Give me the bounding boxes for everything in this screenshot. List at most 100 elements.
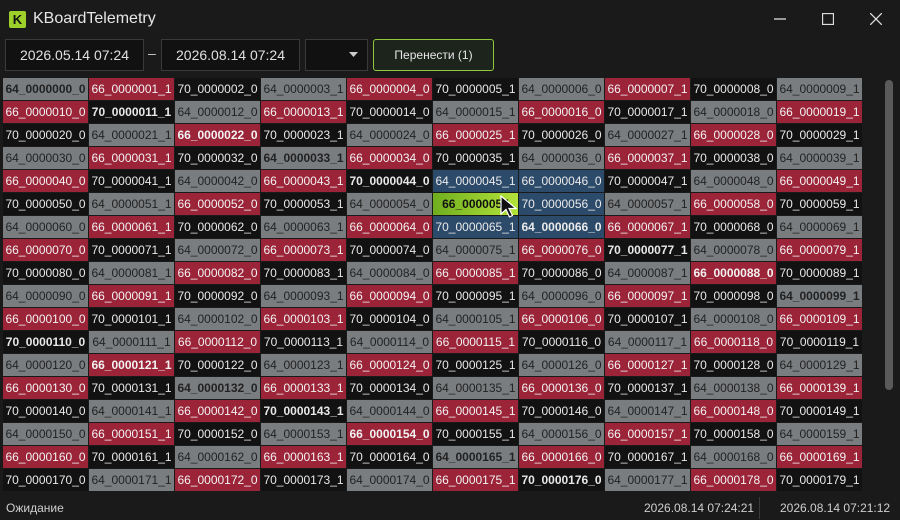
grid-cell[interactable]: 66_0000172_0 [175, 469, 260, 491]
grid-cell[interactable]: 70_0000062_0 [175, 216, 260, 238]
grid-cell[interactable]: 70_0000128_0 [691, 354, 776, 376]
grid-cell[interactable]: 66_0000046_0 [519, 170, 604, 192]
grid-cell[interactable]: 66_0000139_1 [777, 377, 862, 399]
grid-cell[interactable]: 64_0000006_0 [519, 78, 604, 100]
grid-cell[interactable]: 66_0000130_0 [3, 377, 88, 399]
grid-cell[interactable]: 64_0000003_1 [261, 78, 346, 100]
grid-cell[interactable]: 66_0000145_1 [433, 400, 518, 422]
grid-cell[interactable]: 64_0000000_0 [3, 78, 88, 100]
grid-cell[interactable]: 70_0000122_0 [175, 354, 260, 376]
grid-cell[interactable]: 64_0000081_1 [89, 262, 174, 284]
grid-cell[interactable]: 64_0000084_0 [347, 262, 432, 284]
grid-cell[interactable]: 64_0000012_0 [175, 101, 260, 123]
grid-cell[interactable]: 66_0000034_0 [347, 147, 432, 169]
grid-cell[interactable]: 66_0000040_0 [3, 170, 88, 192]
filter-dropdown[interactable] [305, 39, 368, 71]
scrollbar-thumb[interactable] [885, 80, 893, 390]
grid-cell[interactable]: 70_0000113_1 [261, 331, 346, 353]
grid-cell[interactable]: 70_0000059_1 [777, 193, 862, 215]
grid-cell[interactable]: 66_0000133_1 [261, 377, 346, 399]
grid-cell[interactable]: 64_0000036_0 [519, 147, 604, 169]
grid-cell[interactable]: 70_0000038_0 [691, 147, 776, 169]
grid-cell[interactable]: 66_0000082_0 [175, 262, 260, 284]
grid-cell[interactable]: 64_0000162_0 [175, 446, 260, 468]
grid-cell[interactable]: 66_0000049_1 [777, 170, 862, 192]
grid-cell[interactable]: 64_0000111_1 [89, 331, 174, 353]
grid-cell[interactable]: 66_0000004_0 [347, 78, 432, 100]
grid-cell[interactable]: 64_0000051_1 [89, 193, 174, 215]
grid-cell[interactable]: 70_0000152_0 [175, 423, 260, 445]
grid-cell[interactable]: 66_0000160_0 [3, 446, 88, 468]
grid-cell[interactable]: 66_0000127_1 [605, 354, 690, 376]
grid-cell[interactable]: 64_0000150_0 [3, 423, 88, 445]
grid-cell[interactable]: 70_0000134_0 [347, 377, 432, 399]
grid-cell[interactable]: 70_0000050_0 [3, 193, 88, 215]
grid-cell[interactable]: 66_0000079_1 [777, 239, 862, 261]
grid-cell[interactable]: 64_0000063_1 [261, 216, 346, 238]
grid-cell[interactable]: 66_0000175_1 [433, 469, 518, 491]
grid-scrollbar[interactable] [882, 78, 894, 492]
grid-cell[interactable]: 64_0000174_0 [347, 469, 432, 491]
grid-cell[interactable]: 70_0000017_1 [605, 101, 690, 123]
grid-cell[interactable]: 66_0000019_1 [777, 101, 862, 123]
grid-cell[interactable]: 70_0000041_1 [89, 170, 174, 192]
grid-cell[interactable]: 66_0000178_0 [691, 469, 776, 491]
grid-cell[interactable]: 64_0000102_0 [175, 308, 260, 330]
grid-cell[interactable]: 66_0000076_0 [519, 239, 604, 261]
grid-cell[interactable]: 70_0000083_1 [261, 262, 346, 284]
grid-cell[interactable]: 70_0000044_0 [347, 170, 432, 192]
grid-cell[interactable]: 64_0000168_0 [691, 446, 776, 468]
grid-cell[interactable]: 64_0000123_1 [261, 354, 346, 376]
grid-cell[interactable]: 64_0000060_0 [3, 216, 88, 238]
grid-cell[interactable]: 64_0000165_1 [433, 446, 518, 468]
grid-cell[interactable]: 70_0000032_0 [175, 147, 260, 169]
grid-cell[interactable]: 70_0000101_1 [89, 308, 174, 330]
grid-cell[interactable]: 64_0000099_1 [777, 285, 862, 307]
maximize-button[interactable] [804, 0, 852, 38]
grid-cell[interactable]: 66_0000118_0 [691, 331, 776, 353]
grid-cell[interactable]: 70_0000053_1 [261, 193, 346, 215]
grid-cell[interactable]: 66_0000022_0 [175, 124, 260, 146]
grid-cell[interactable]: 70_0000125_1 [433, 354, 518, 376]
grid-cell[interactable]: 66_0000103_1 [261, 308, 346, 330]
grid-cell[interactable]: 64_0000057_1 [605, 193, 690, 215]
grid-cell[interactable]: 66_0000100_0 [3, 308, 88, 330]
grid-cell[interactable]: 64_0000048_0 [691, 170, 776, 192]
grid-cell[interactable]: 70_0000074_0 [347, 239, 432, 261]
grid-cell[interactable]: 70_0000077_1 [605, 239, 690, 261]
grid-cell[interactable]: 64_0000069_1 [777, 216, 862, 238]
grid-cell[interactable]: 64_0000096_0 [519, 285, 604, 307]
grid-cell[interactable]: 70_0000137_1 [605, 377, 690, 399]
grid-cell[interactable]: 70_0000080_0 [3, 262, 88, 284]
grid-cell[interactable]: 70_0000149_1 [777, 400, 862, 422]
grid-cell[interactable]: 70_0000005_1 [433, 78, 518, 100]
grid-cell[interactable]: 66_0000037_1 [605, 147, 690, 169]
grid-cell[interactable]: 64_0000072_0 [175, 239, 260, 261]
grid-cell[interactable]: 64_0000144_0 [347, 400, 432, 422]
grid-cell[interactable]: 64_0000033_1 [261, 147, 346, 169]
grid-cell[interactable]: 64_0000141_1 [89, 400, 174, 422]
grid-cell[interactable]: 64_0000078_0 [691, 239, 776, 261]
grid-cell[interactable]: 64_0000105_1 [433, 308, 518, 330]
grid-cell[interactable]: 70_0000119_1 [777, 331, 862, 353]
grid-cell[interactable]: 66_0000058_0 [691, 193, 776, 215]
grid-cell[interactable]: 64_0000147_1 [605, 400, 690, 422]
date-from-field[interactable]: 2026.05.14 07:24 [5, 39, 144, 71]
grid-cell[interactable]: 66_0000163_1 [261, 446, 346, 468]
grid-cell[interactable]: 66_0000061_1 [89, 216, 174, 238]
grid-cell[interactable]: 64_0000075_1 [433, 239, 518, 261]
grid-cell[interactable]: 70_0000110_0 [3, 331, 88, 353]
grid-cell[interactable]: 66_0000148_0 [691, 400, 776, 422]
grid-cell[interactable]: 64_0000108_0 [691, 308, 776, 330]
grid-cell[interactable]: 64_0000009_1 [777, 78, 862, 100]
grid-cell[interactable]: 64_0000132_0 [175, 377, 260, 399]
grid-cell[interactable]: 64_0000039_1 [777, 147, 862, 169]
grid-cell[interactable]: 70_0000014_0 [347, 101, 432, 123]
grid-cell[interactable]: 66_0000091_1 [89, 285, 174, 307]
grid-cell[interactable]: 64_0000171_1 [89, 469, 174, 491]
grid-cell[interactable]: 70_0000011_1 [89, 101, 174, 123]
grid-cell[interactable]: 70_0000068_0 [691, 216, 776, 238]
grid-cell[interactable]: 64_0000066_0 [519, 216, 604, 238]
grid-cell[interactable]: 66_0000169_1 [777, 446, 862, 468]
grid-cell[interactable]: 66_0000067_1 [605, 216, 690, 238]
